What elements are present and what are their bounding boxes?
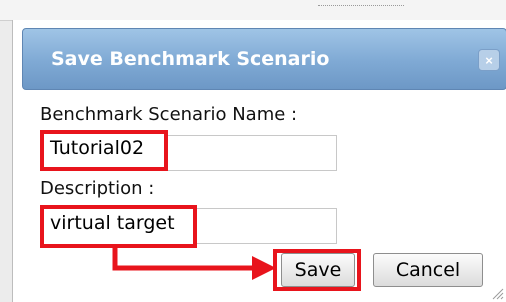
cancel-button[interactable]: Cancel <box>373 253 483 287</box>
resize-grip-icon[interactable] <box>492 288 504 300</box>
save-button[interactable]: Save <box>281 253 355 287</box>
